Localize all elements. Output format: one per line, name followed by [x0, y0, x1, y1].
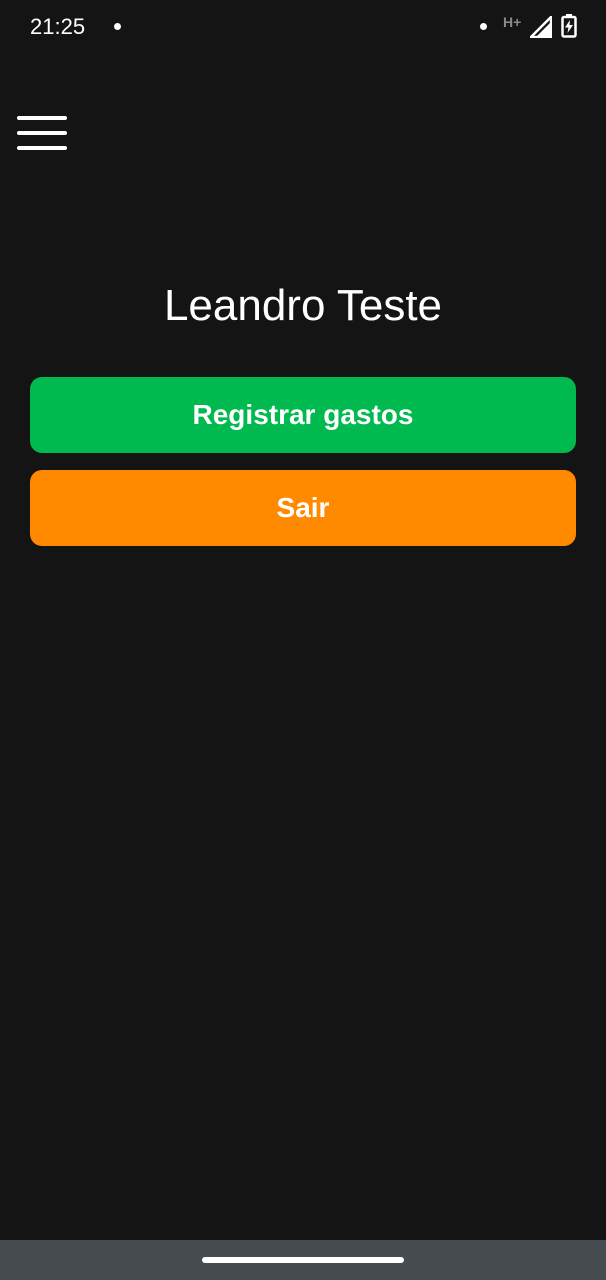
status-dot-icon — [480, 23, 487, 30]
notification-dot-icon — [114, 23, 121, 30]
register-expenses-button[interactable]: Registrar gastos — [30, 377, 576, 453]
signal-icon — [530, 16, 552, 38]
navigation-bar — [0, 1240, 606, 1280]
status-bar: 21:25 H+ — [0, 0, 606, 56]
logout-button[interactable]: Sair — [30, 470, 576, 546]
register-expenses-label: Registrar gastos — [192, 399, 414, 430]
home-indicator[interactable] — [202, 1257, 404, 1263]
menu-button[interactable] — [14, 110, 70, 158]
status-time: 21:25 — [30, 14, 86, 39]
user-name-title: Leandro Teste — [163, 281, 443, 330]
network-type-label: H+ — [503, 14, 522, 30]
logout-label: Sair — [276, 492, 330, 523]
battery-charging-icon — [561, 14, 577, 38]
